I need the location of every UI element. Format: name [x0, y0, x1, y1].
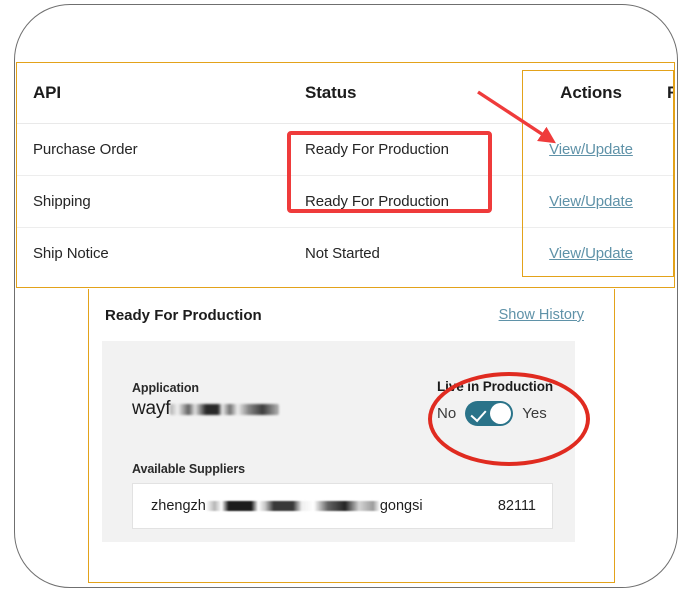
cell-actions: View/Update [517, 228, 665, 280]
supplier-list: zhengzhxxxxxxxxxxxxxxxxxxxxxxxxgongsi 82… [132, 483, 553, 529]
table-row: Ship Notice Not Started View/Update [17, 228, 674, 280]
table-row: Shipping Ready For Production View/Updat… [17, 175, 674, 228]
supplier-name: zhengzhxxxxxxxxxxxxxxxxxxxxxxxxgongsi [151, 498, 423, 514]
live-in-production-toggle[interactable] [465, 401, 514, 426]
detail-card: Application wayfairxxxxjxxxxx Live in Pr… [102, 341, 575, 542]
column-header-actions: Actions [517, 63, 665, 124]
application-value: wayfairxxxxjxxxxx [132, 398, 279, 420]
live-in-production-label: Live in Production [437, 379, 553, 394]
cell-api-name: Purchase Order [17, 123, 285, 176]
detail-status-title: Ready For Production [105, 306, 262, 324]
column-header-status: Status [285, 63, 517, 124]
supplier-name-tail: gongsi [379, 498, 423, 514]
api-status-table-panel: API Status Actions Re Purchase Order Rea… [16, 62, 675, 288]
cell-api-name: Shipping [17, 175, 285, 228]
supplier-id: 82111 [497, 498, 536, 514]
application-label: Application [132, 381, 199, 395]
cell-api-name: Ship Notice [33, 245, 109, 262]
view-update-link[interactable]: View/Update [549, 245, 633, 262]
live-in-production-field: Live in Production No Yes [437, 379, 553, 426]
check-icon [470, 405, 487, 423]
column-header-clipped: Re [665, 63, 674, 124]
view-update-link[interactable]: View/Update [549, 141, 633, 158]
toggle-label-no: No [437, 405, 457, 422]
table-header-row: API Status Actions Re [17, 63, 674, 124]
supplier-name-redacted: xxxxxxxxxxxxxxxxxxxxxxxx [206, 498, 380, 514]
cell-extra [665, 175, 674, 228]
toggle-label-yes: Yes [522, 405, 547, 422]
cell-status: Ready For Production [285, 175, 517, 228]
application-field: Application wayfairxxxxjxxxxx [132, 381, 279, 420]
cell-extra [665, 228, 674, 280]
detail-header: Ready For Production Show History [89, 289, 614, 331]
column-header-api: API [17, 63, 285, 124]
api-status-table: API Status Actions Re Purchase Order Rea… [17, 63, 674, 280]
cell-status: Not Started [305, 245, 380, 262]
supplier-name-visible: zhengzh [151, 498, 206, 514]
show-history-link[interactable]: Show History [499, 307, 584, 323]
available-suppliers-label: Available Suppliers [132, 462, 245, 476]
cell-status: Ready For Production [285, 123, 517, 176]
application-value-redacted: airxxxxjxxxxx [170, 398, 278, 420]
cell-extra [665, 123, 674, 176]
view-update-link[interactable]: View/Update [549, 193, 633, 210]
api-detail-panel: Ready For Production Show History Applic… [88, 289, 615, 583]
cell-actions: View/Update [517, 175, 665, 228]
toggle-knob [490, 403, 512, 424]
cell-actions: View/Update [517, 123, 665, 176]
live-in-production-toggle-row: No Yes [437, 401, 553, 426]
available-suppliers-field: Available Suppliers zhengzhxxxxxxxxxxxxx… [132, 462, 553, 529]
application-value-visible: wayf [132, 398, 171, 419]
table-row: Purchase Order Ready For Production View… [17, 123, 674, 176]
